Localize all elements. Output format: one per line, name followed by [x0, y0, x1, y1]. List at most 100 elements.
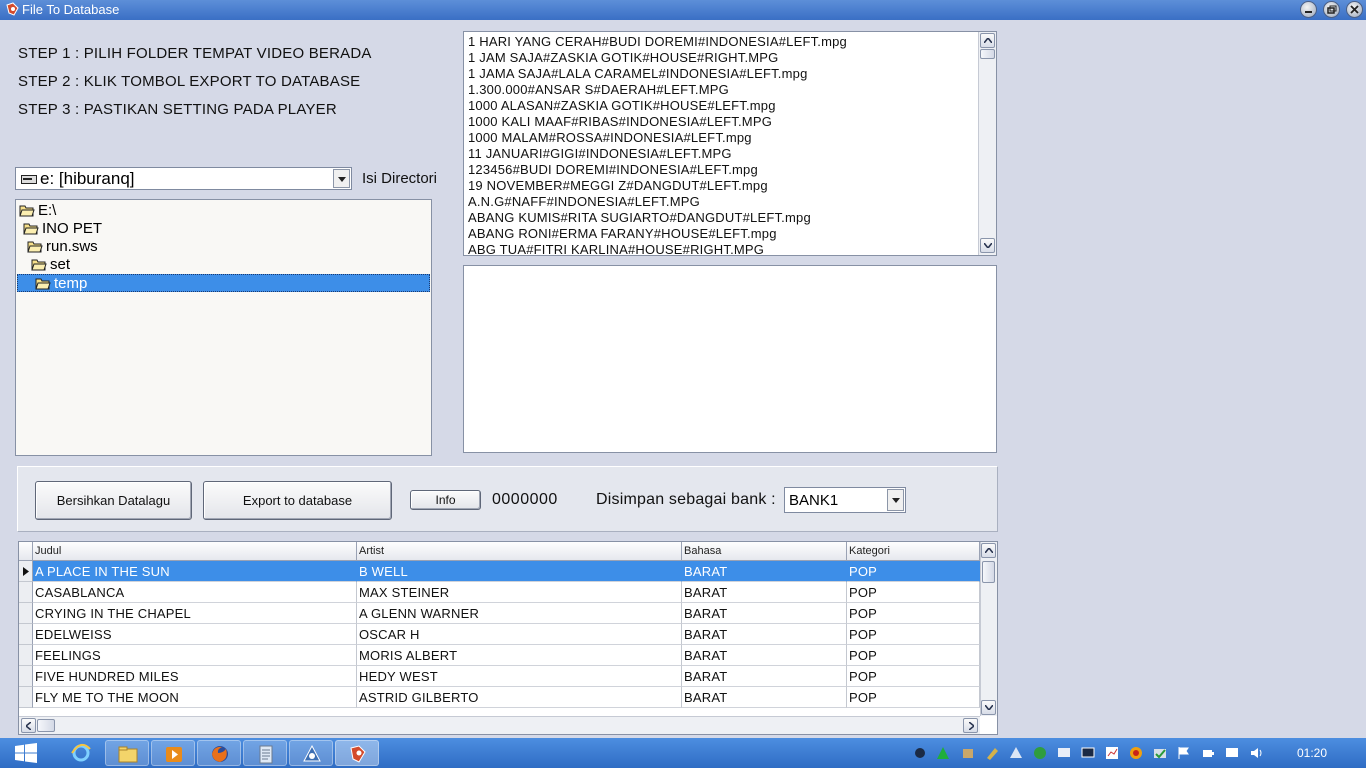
scroll-up-button[interactable]: [980, 33, 995, 48]
tray-check-icon[interactable]: [1153, 746, 1167, 760]
tray-power-icon[interactable]: [1201, 746, 1215, 760]
tray-network-signal-icon[interactable]: [1225, 746, 1239, 760]
taskbar-firefox[interactable]: [197, 740, 241, 766]
tray-monitor-icon[interactable]: [1081, 746, 1095, 760]
column-header-bahasa[interactable]: Bahasa: [682, 542, 847, 561]
cell-artist[interactable]: MORIS ALBERT: [357, 645, 682, 666]
cell-kategori[interactable]: POP: [847, 645, 980, 666]
table-row[interactable]: CRYING IN THE CHAPEL A GLENN WARNER BARA…: [19, 603, 980, 624]
list-item[interactable]: 11 JANUARI#GIGI#INDONESIA#LEFT.MPG: [468, 146, 732, 162]
list-item[interactable]: ABANG RONI#ERMA FARANY#HOUSE#LEFT.mpg: [468, 226, 777, 242]
cell-bahasa[interactable]: BARAT: [682, 666, 847, 687]
tray-network-icon[interactable]: [913, 746, 927, 760]
tray-green-triangle-icon[interactable]: [936, 746, 950, 760]
table-row[interactable]: FIVE HUNDRED MILES HEDY WEST BARAT POP: [19, 666, 980, 687]
list-item[interactable]: 19 NOVEMBER#MEGGI Z#DANGDUT#LEFT.mpg: [468, 178, 768, 194]
cell-kategori[interactable]: POP: [847, 582, 980, 603]
list-item[interactable]: 1 JAMA SAJA#LALA CARAMEL#INDONESIA#LEFT.…: [468, 66, 808, 82]
table-row[interactable]: FLY ME TO THE MOON ASTRID GILBERTO BARAT…: [19, 687, 980, 708]
cell-judul[interactable]: FEELINGS: [33, 645, 357, 666]
scroll-down-button[interactable]: [981, 700, 996, 715]
taskbar-internet-explorer[interactable]: [59, 740, 103, 766]
song-grid[interactable]: Judul Artist Bahasa Kategori A PLACE IN …: [18, 541, 998, 735]
column-header-kategori[interactable]: Kategori: [847, 542, 980, 561]
cell-bahasa[interactable]: BARAT: [682, 645, 847, 666]
cell-artist[interactable]: MAX STEINER: [357, 582, 682, 603]
scroll-thumb[interactable]: [980, 49, 995, 59]
cell-judul[interactable]: A PLACE IN THE SUN: [33, 561, 357, 582]
tray-display-icon[interactable]: [1057, 746, 1071, 760]
tray-globe-icon[interactable]: [1033, 746, 1047, 760]
cell-bahasa[interactable]: BARAT: [682, 687, 847, 708]
drive-dropdown-button[interactable]: [333, 169, 350, 188]
cell-kategori[interactable]: POP: [847, 666, 980, 687]
table-row[interactable]: CASABLANCA MAX STEINER BARAT POP: [19, 582, 980, 603]
scroll-right-button[interactable]: [963, 718, 978, 733]
tray-pen-icon[interactable]: [985, 746, 999, 760]
cell-artist[interactable]: A GLENN WARNER: [357, 603, 682, 624]
clear-datalagu-button[interactable]: Bersihkan Datalagu: [35, 481, 192, 520]
cell-artist[interactable]: HEDY WEST: [357, 666, 682, 687]
scroll-up-button[interactable]: [981, 543, 996, 558]
info-button[interactable]: Info: [410, 490, 481, 510]
cell-judul[interactable]: EDELWEISS: [33, 624, 357, 645]
output-memo[interactable]: [463, 265, 997, 453]
tree-item-run-sws[interactable]: run.sws: [27, 238, 98, 256]
windows-start-icon[interactable]: [14, 742, 38, 764]
cell-bahasa[interactable]: BARAT: [682, 624, 847, 645]
title-bar[interactable]: File To Database: [0, 0, 1366, 20]
list-item[interactable]: ABG TUA#FITRI KARLINA#HOUSE#RIGHT.MPG: [468, 242, 764, 255]
file-list-scrollbar[interactable]: [978, 32, 996, 255]
column-header-artist[interactable]: Artist: [357, 542, 682, 561]
cell-bahasa[interactable]: BARAT: [682, 603, 847, 624]
bank-select[interactable]: BANK1: [784, 487, 906, 513]
list-item[interactable]: ABANG KUMIS#RITA SUGIARTO#DANGDUT#LEFT.m…: [468, 210, 811, 226]
tray-app-icon[interactable]: [1009, 746, 1023, 760]
close-button[interactable]: [1346, 1, 1363, 18]
tree-item-ino-pet[interactable]: INO PET: [23, 220, 102, 238]
cell-judul[interactable]: CASABLANCA: [33, 582, 357, 603]
drive-select[interactable]: e: [hiburanq]: [15, 167, 352, 190]
tray-orange-icon[interactable]: [1129, 746, 1143, 760]
cell-kategori[interactable]: POP: [847, 603, 980, 624]
table-row[interactable]: FEELINGS MORIS ALBERT BARAT POP: [19, 645, 980, 666]
list-item[interactable]: 1000 KALI MAAF#RIBAS#INDONESIA#LEFT.MPG: [468, 114, 772, 130]
cell-judul[interactable]: CRYING IN THE CHAPEL: [33, 603, 357, 624]
tree-item-root[interactable]: E:\: [19, 202, 56, 220]
list-item[interactable]: 1000 MALAM#ROSSA#INDONESIA#LEFT.mpg: [468, 130, 752, 146]
file-list[interactable]: 1 HARI YANG CERAH#BUDI DOREMI#INDONESIA#…: [463, 31, 997, 256]
cell-bahasa[interactable]: BARAT: [682, 582, 847, 603]
scroll-down-button[interactable]: [980, 238, 995, 253]
taskbar-app-2[interactable]: [289, 740, 333, 766]
cell-kategori[interactable]: POP: [847, 687, 980, 708]
table-row[interactable]: EDELWEISS OSCAR H BARAT POP: [19, 624, 980, 645]
cell-bahasa[interactable]: BARAT: [682, 561, 847, 582]
list-item[interactable]: 1 JAM SAJA#ZASKIA GOTIK#HOUSE#RIGHT.MPG: [468, 50, 779, 66]
folder-tree[interactable]: E:\ INO PET run.sws set temp: [15, 199, 432, 456]
taskbar-clock[interactable]: 01:20: [1297, 746, 1327, 760]
restore-button[interactable]: [1323, 1, 1340, 18]
cell-judul[interactable]: FIVE HUNDRED MILES: [33, 666, 357, 687]
tray-volume-icon[interactable]: [1249, 746, 1263, 760]
cell-artist[interactable]: B WELL: [357, 561, 682, 582]
column-header-judul[interactable]: Judul: [33, 542, 357, 561]
tray-tool-icon[interactable]: [961, 746, 975, 760]
tray-flag-icon[interactable]: [1177, 746, 1191, 760]
cell-judul[interactable]: FLY ME TO THE MOON: [33, 687, 357, 708]
scroll-thumb[interactable]: [982, 561, 995, 583]
list-item[interactable]: 1.300.000#ANSAR S#DAERAH#LEFT.MPG: [468, 82, 729, 98]
list-item[interactable]: A.N.G#NAFF#INDONESIA#LEFT.MPG: [468, 194, 700, 210]
cell-kategori[interactable]: POP: [847, 561, 980, 582]
taskbar-notepad[interactable]: [243, 740, 287, 766]
scroll-thumb[interactable]: [37, 719, 55, 732]
grid-vertical-scrollbar[interactable]: [980, 542, 997, 716]
scroll-left-button[interactable]: [21, 718, 36, 733]
tray-chart-icon[interactable]: [1105, 746, 1119, 760]
tree-item-set[interactable]: set: [31, 256, 70, 274]
cell-artist[interactable]: ASTRID GILBERTO: [357, 687, 682, 708]
list-item[interactable]: 1 HARI YANG CERAH#BUDI DOREMI#INDONESIA#…: [468, 34, 847, 50]
tree-item-temp[interactable]: temp: [17, 274, 430, 292]
taskbar-file-explorer[interactable]: [105, 740, 149, 766]
cell-artist[interactable]: OSCAR H: [357, 624, 682, 645]
table-row[interactable]: A PLACE IN THE SUN B WELL BARAT POP: [19, 561, 980, 582]
